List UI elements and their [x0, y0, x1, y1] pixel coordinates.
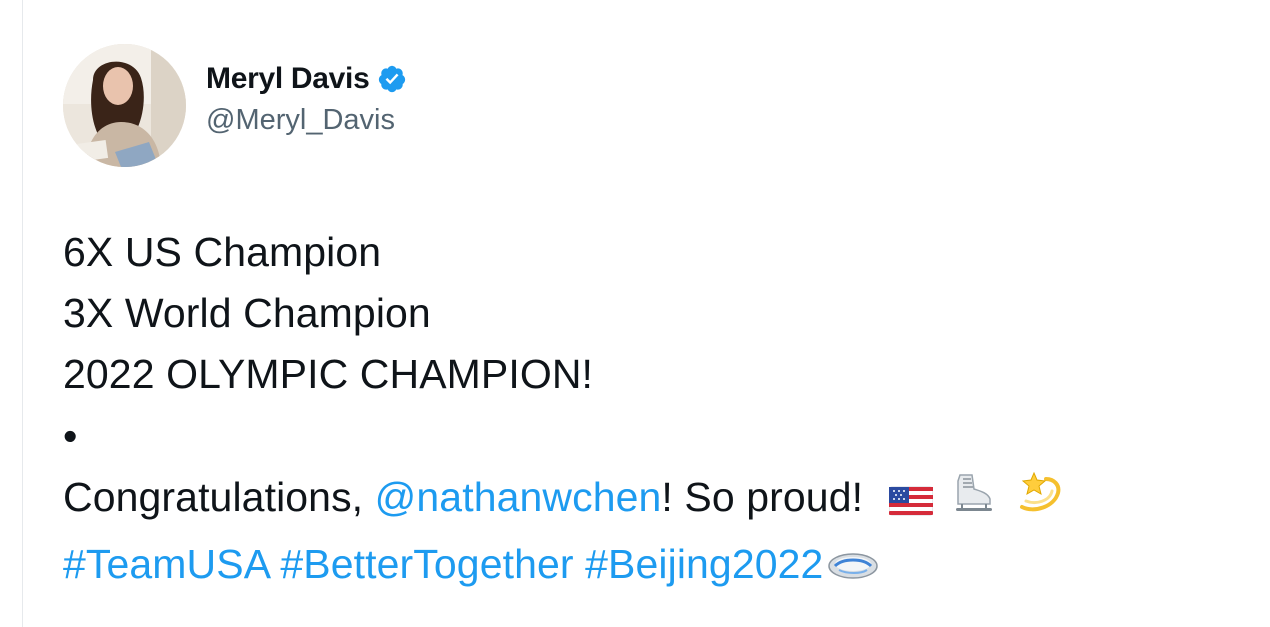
timeline-divider — [22, 0, 23, 627]
beijing-2022-icon — [827, 540, 879, 601]
tweet-text: 6X US Champion 3X World Champion 2022 OL… — [63, 222, 1213, 601]
mention-link[interactable]: @nathanwchen — [375, 474, 662, 520]
tweet-header: Meryl Davis @Meryl_Davis — [63, 43, 407, 167]
display-name[interactable]: Meryl Davis — [206, 62, 370, 96]
hashtag-teamusa[interactable]: #TeamUSA — [63, 541, 269, 587]
tweet-line: 3X World Champion — [63, 290, 431, 337]
hashtag-bettertogether[interactable]: #BetterTogether — [280, 541, 573, 587]
dizzy-star-icon — [1014, 467, 1064, 534]
ice-skate-icon — [950, 471, 996, 534]
congrats-text: Congratulations, — [63, 473, 375, 520]
tweet-bullet: • — [63, 412, 78, 459]
user-handle[interactable]: @Meryl_Davis — [206, 104, 407, 137]
tweet-line: Congratulations, @nathanwchen! So proud! — [63, 467, 1213, 534]
us-flag-icon — [888, 473, 934, 534]
hashtag-beijing2022[interactable]: #Beijing2022 — [585, 541, 823, 587]
verified-badge-icon — [377, 64, 407, 94]
user-names: Meryl Davis @Meryl_Davis — [206, 62, 407, 137]
hashtag-line: #TeamUSA #BetterTogether #Beijing2022 — [63, 534, 1213, 601]
tweet-line: 6X US Champion — [63, 229, 382, 275]
profile-photo — [63, 43, 186, 167]
proud-text: ! So proud! — [661, 473, 864, 520]
avatar[interactable] — [63, 43, 186, 167]
tweet-line: 2022 OLYMPIC CHAMPION! — [63, 351, 594, 398]
